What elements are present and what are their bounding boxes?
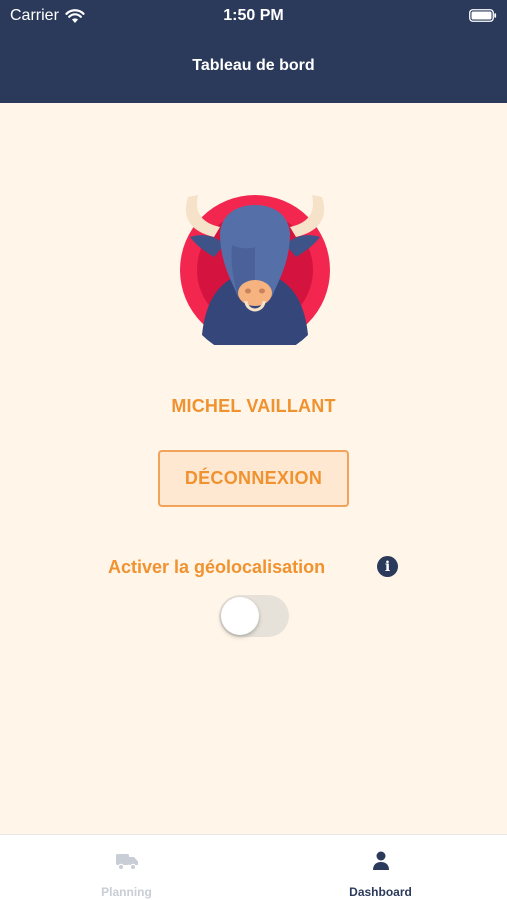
user-icon [372,851,389,870]
battery-icon [469,9,497,22]
geolocation-toggle[interactable] [219,595,289,637]
truck-icon [115,854,138,871]
tab-planning[interactable]: Planning [0,835,253,900]
user-name: MICHEL VAILLANT [171,396,336,416]
status-time: 1:50 PM [223,7,284,24]
info-icon-glyph: i [384,558,391,575]
app-screen: Carrier 1:50 PM Tableau de bord MICHEL V… [0,0,507,900]
page-title: Tableau de bord [192,57,315,74]
dashboard-content: MICHEL VAILLANT DÉCONNEXION Activer la g… [0,103,507,834]
tab-dashboard-label: Dashboard [349,885,412,899]
geolocation-label: Activer la géolocalisation [108,557,326,577]
tab-dashboard[interactable]: Dashboard [254,835,507,900]
tab-bar: Planning Dashboard [0,834,507,900]
logout-button[interactable]: DÉCONNEXION [158,450,349,507]
top-bar: Carrier 1:50 PM Tableau de bord [0,0,507,103]
info-icon[interactable]: i [377,556,398,577]
bull-avatar-icon [180,195,330,345]
tab-planning-label: Planning [101,885,152,899]
toggle-knob[interactable] [221,597,259,635]
logout-button-label: DÉCONNEXION [184,468,323,488]
